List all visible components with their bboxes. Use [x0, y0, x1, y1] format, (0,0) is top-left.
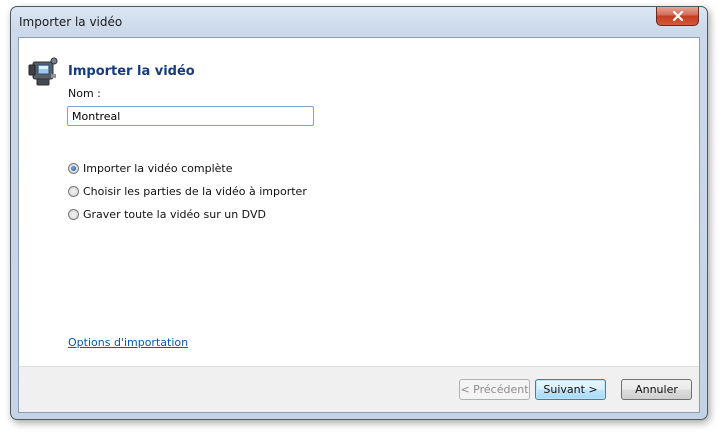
radio-label: Choisir les parties de la vidéo à import…: [83, 185, 307, 198]
name-input[interactable]: [67, 106, 314, 126]
radio-button-checked[interactable]: [68, 163, 79, 174]
import-options-link[interactable]: Options d'importation: [68, 336, 188, 349]
window-title: Importer la vidéo: [19, 15, 123, 29]
next-button[interactable]: Suivant >: [535, 379, 606, 400]
page-heading: Importer la vidéo: [68, 64, 195, 79]
close-button[interactable]: [656, 7, 699, 26]
radio-label: Importer la vidéo complète: [83, 162, 233, 175]
cancel-button[interactable]: Annuler: [621, 379, 692, 400]
radio-burn-dvd[interactable]: Graver toute la vidéo sur un DVD: [68, 208, 266, 221]
name-label: Nom :: [68, 87, 101, 100]
radio-label: Graver toute la vidéo sur un DVD: [83, 208, 266, 221]
radio-button[interactable]: [68, 209, 79, 220]
radio-button[interactable]: [68, 186, 79, 197]
video-camera-icon: [28, 57, 58, 86]
dialog-window: Importer la vidéo Importer la vidéo Nom …: [10, 6, 708, 420]
close-icon: [672, 11, 683, 21]
dialog-content: Importer la vidéo Nom : Importer la vidé…: [18, 37, 700, 413]
dialog-footer: < Précédent Suivant > Annuler: [19, 366, 699, 412]
radio-import-complete[interactable]: Importer la vidéo complète: [68, 162, 233, 175]
radio-choose-parts[interactable]: Choisir les parties de la vidéo à import…: [68, 185, 307, 198]
title-bar[interactable]: Importer la vidéo: [11, 7, 707, 38]
previous-button[interactable]: < Précédent: [459, 379, 530, 400]
